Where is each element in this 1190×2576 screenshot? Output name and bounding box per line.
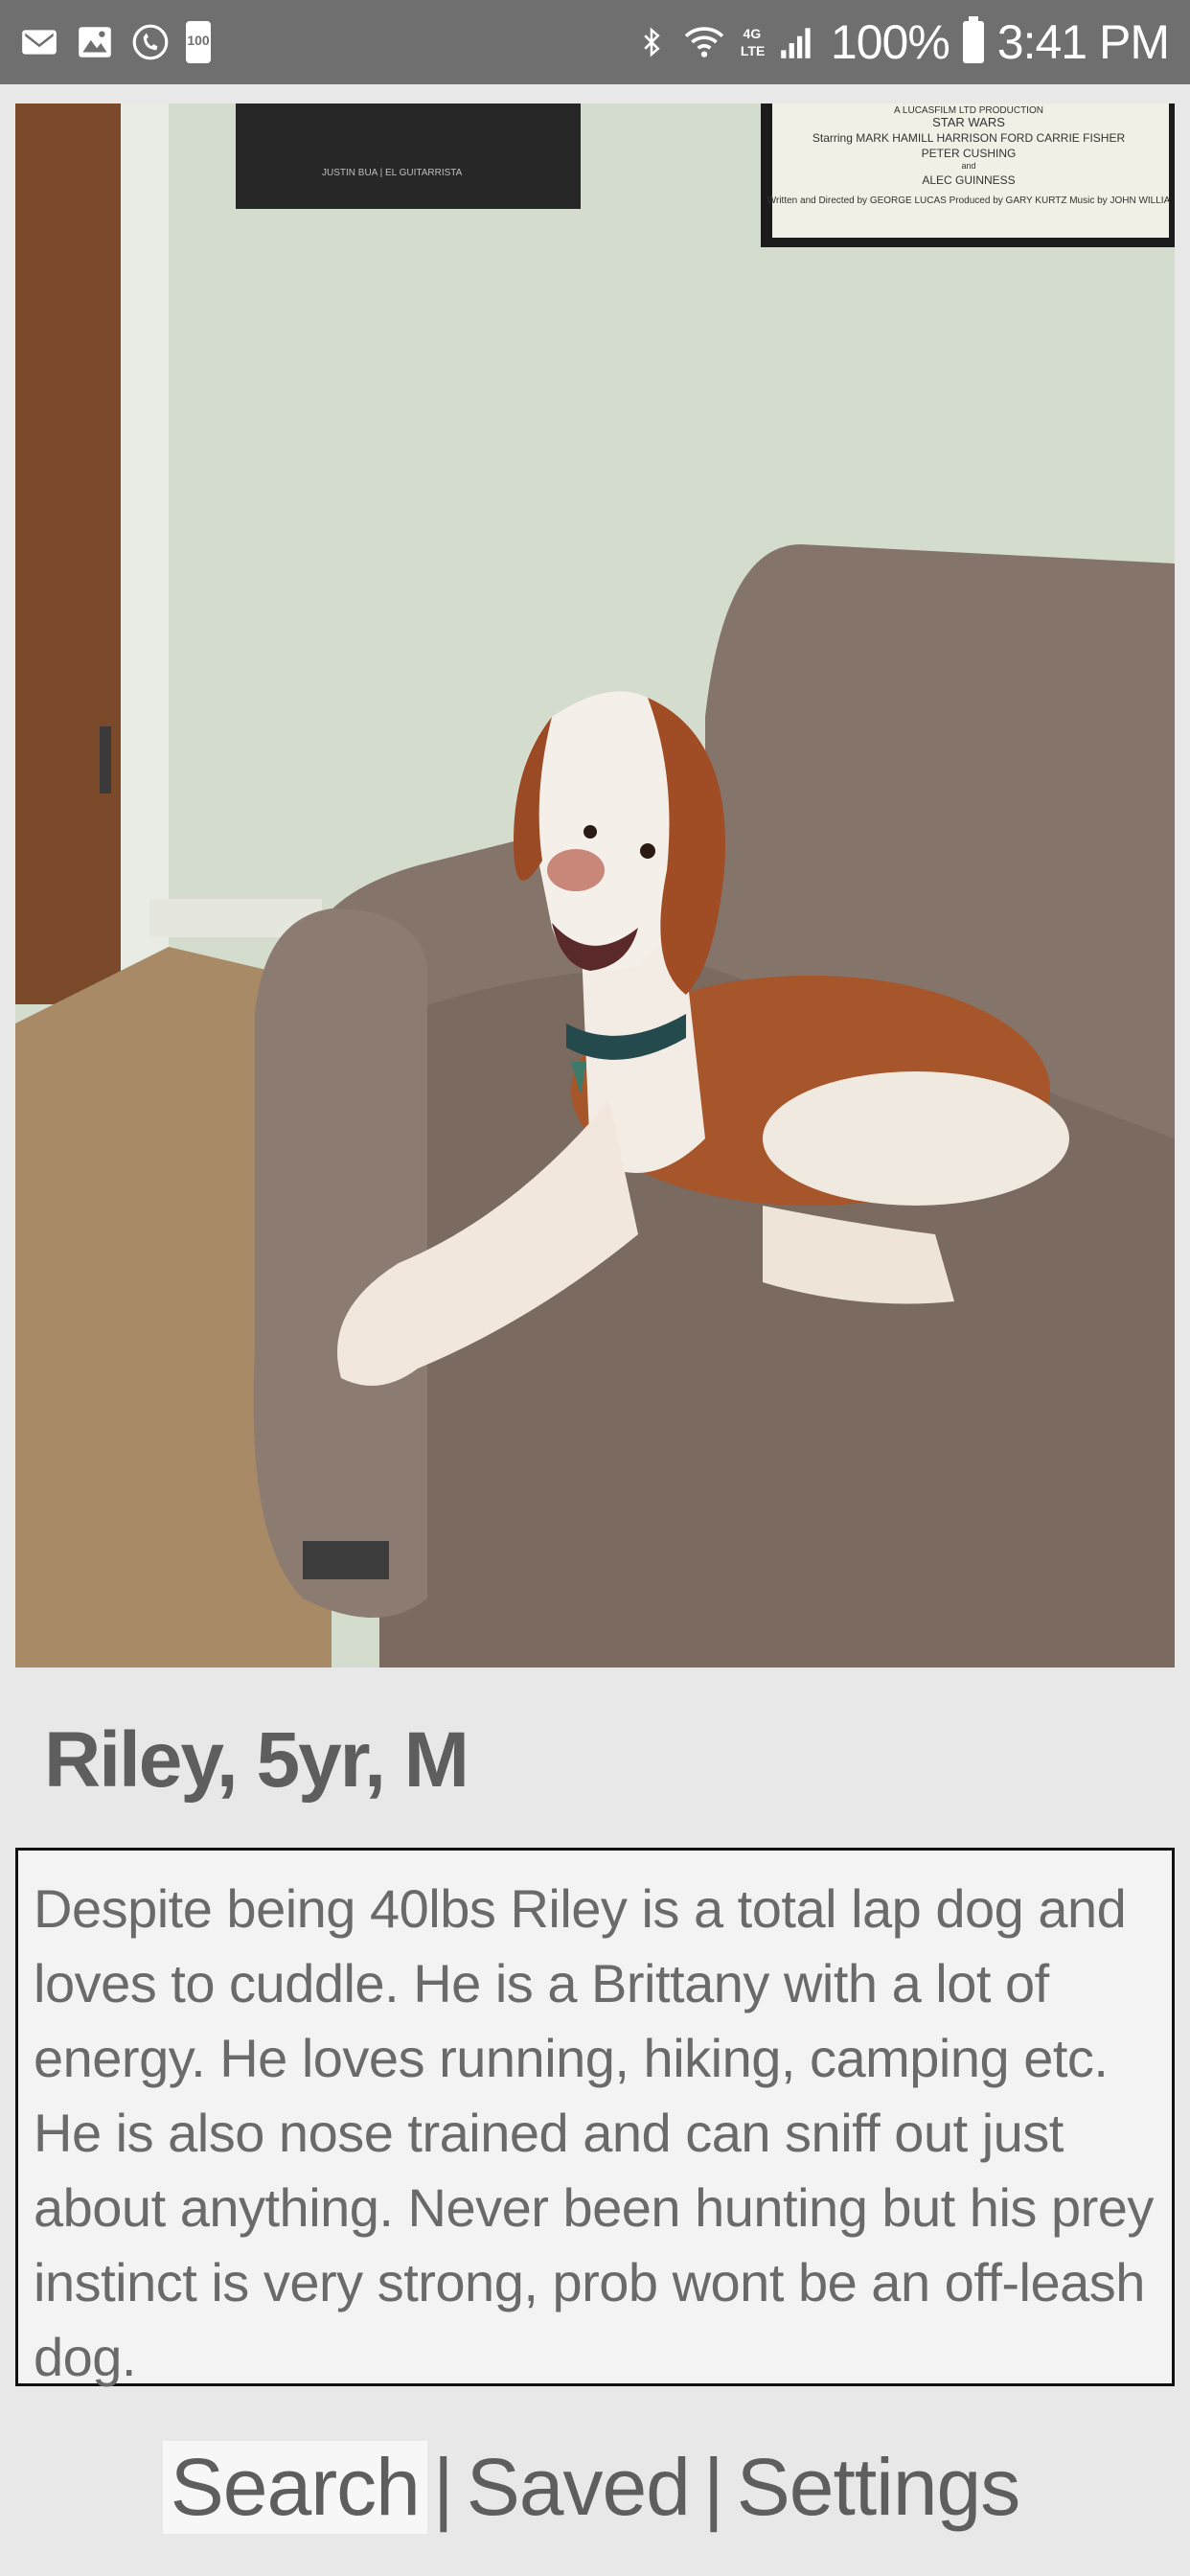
clock: 3:41 PM (996, 15, 1170, 69)
nav-separator: | (432, 2441, 454, 2532)
image-icon (79, 27, 111, 58)
bluetooth-icon (644, 27, 660, 58)
lte-text: 4G LTE (740, 26, 766, 58)
battery-percent: 100% (830, 15, 950, 69)
signal-icon (781, 28, 811, 58)
nav-saved[interactable]: Saved (459, 2441, 698, 2534)
poster-right-line: PETER CUSHING (922, 147, 1017, 160)
dog-photo: JUSTIN BUA | EL GUITARRISTA A LUCASFILM … (15, 104, 1175, 1668)
battery-saver-icon: 100 (186, 21, 211, 63)
call-icon (132, 24, 169, 60)
photo-illustration: JUSTIN BUA | EL GUITARRISTA A LUCASFILM … (15, 104, 1175, 1668)
nav-separator: | (702, 2441, 724, 2532)
nav-settings[interactable]: Settings (729, 2441, 1028, 2534)
bottom-nav: Search | Saved | Settings (0, 2425, 1190, 2549)
poster-right-line: STAR WARS (932, 115, 1005, 129)
poster-right-line: Written and Directed by GEORGE LUCAS Pro… (767, 196, 1171, 206)
poster-right-line: and (961, 161, 975, 171)
poster-right-line: Starring MARK HAMILL HARRISON FORD CARRI… (812, 131, 1126, 145)
battery-icon (962, 16, 984, 63)
poster-right-line: ALEC GUINNESS (922, 173, 1015, 187)
wifi-icon (684, 27, 724, 58)
poster-left-caption: JUSTIN BUA | EL GUITARRISTA (322, 168, 463, 178)
status-bar-right: 4G LTE 100% 3:41 PM (635, 13, 1170, 71)
couch-leg (303, 1541, 389, 1579)
battery-saver-text: 100 (187, 33, 210, 48)
description-text: Despite being 40lbs Riley is a total lap… (34, 1878, 1154, 2387)
description-box[interactable]: Despite being 40lbs Riley is a total lap… (15, 1848, 1175, 2387)
dog-nose (547, 849, 605, 891)
door (15, 104, 121, 1004)
poster-left (236, 104, 581, 209)
lte-icon: 4G LTE (740, 25, 766, 59)
nav-search[interactable]: Search (162, 2440, 427, 2534)
status-bar-left: 100 (19, 19, 211, 65)
status-bar: 100 4G LTE 100% 3:41 PM (0, 0, 1190, 84)
mail-icon (22, 30, 57, 55)
pet-name: Riley, 5yr, M (44, 1716, 469, 1804)
